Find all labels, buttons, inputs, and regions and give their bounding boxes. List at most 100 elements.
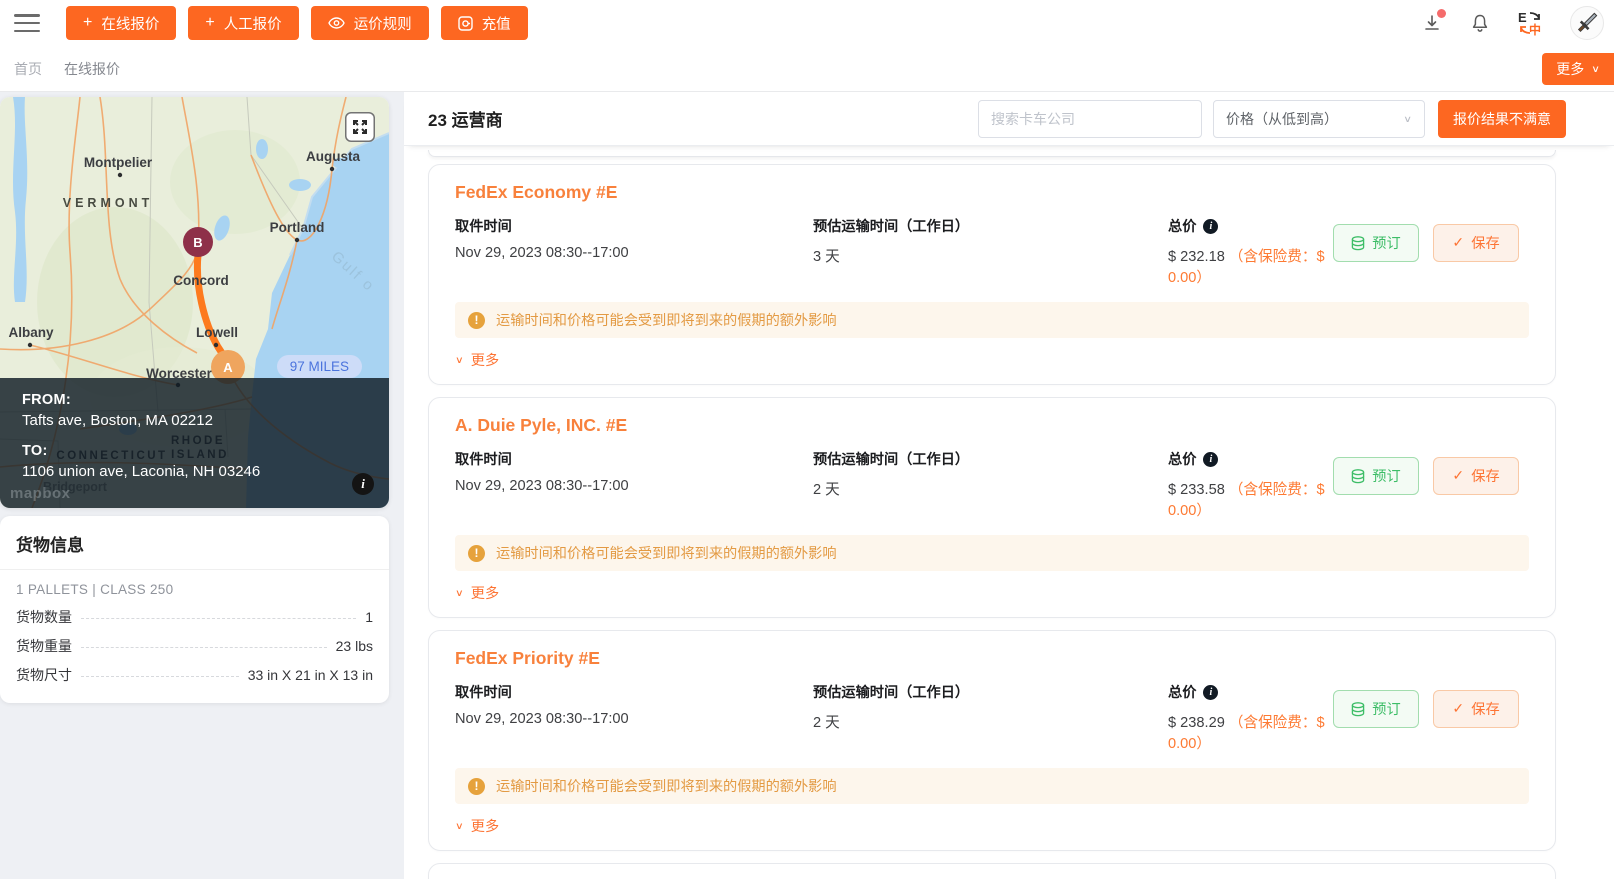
cargo-row-weight: 货物重量 23 lbs bbox=[16, 636, 373, 656]
save-button[interactable]: ✓ 保存 bbox=[1433, 690, 1519, 728]
bell-icon[interactable] bbox=[1468, 11, 1492, 35]
navbar-right-icons: E 中 bbox=[1420, 0, 1604, 46]
map-label: Portland bbox=[270, 220, 325, 235]
warning-icon: ! bbox=[468, 312, 485, 329]
search-input[interactable] bbox=[978, 100, 1202, 138]
hamburger-menu-icon[interactable] bbox=[14, 14, 40, 32]
price-info-icon[interactable]: i bbox=[1203, 219, 1218, 234]
top-navbar: + 在线报价 + 人工报价 运价规则 充值 E 中 bbox=[0, 0, 1614, 46]
chevron-down-icon: ∨ bbox=[455, 354, 464, 365]
pickup-label: 取件时间 bbox=[455, 449, 813, 469]
map-label: Albany bbox=[8, 325, 54, 340]
user-avatar[interactable] bbox=[1570, 6, 1604, 40]
notification-dot bbox=[1437, 9, 1446, 18]
database-icon bbox=[1351, 702, 1365, 717]
map-label: VERMONT bbox=[63, 196, 154, 210]
check-icon: ✓ bbox=[1452, 468, 1464, 484]
save-button[interactable]: ✓ 保存 bbox=[1433, 457, 1519, 495]
recharge-button[interactable]: 充值 bbox=[441, 6, 528, 40]
transit-value: 2 天 bbox=[813, 478, 1168, 499]
holiday-warning: ! 运输时间和价格可能会受到即将到来的假期的额外影响 bbox=[455, 768, 1529, 804]
price-value: $ 238.29 bbox=[1168, 715, 1225, 731]
price-info-icon[interactable]: i bbox=[1203, 685, 1218, 700]
cargo-summary: 1 PALLETS | CLASS 250 bbox=[16, 582, 373, 597]
expand-more-link[interactable]: ∨ 更多 bbox=[455, 816, 499, 836]
left-panel: Montpelier VERMONT Augusta Portland Conc… bbox=[0, 97, 389, 703]
scrolled-card-edge bbox=[428, 150, 1556, 157]
online-quote-button[interactable]: + 在线报价 bbox=[66, 6, 176, 40]
price-info-icon[interactable]: i bbox=[1203, 452, 1218, 467]
pickup-value: Nov 29, 2023 08:30--17:00 bbox=[455, 711, 813, 727]
download-icon[interactable] bbox=[1420, 11, 1444, 35]
price-value: $ 233.58 bbox=[1168, 482, 1225, 498]
book-button[interactable]: 预订 bbox=[1333, 457, 1419, 495]
svg-text:B: B bbox=[193, 235, 202, 250]
carrier-card: A. Duie Pyle, INC. #E 取件时间 Nov 29, 2023 … bbox=[428, 863, 1556, 879]
pickup-label: 取件时间 bbox=[455, 682, 813, 702]
sort-select[interactable]: 价格（从低到高） ∨ bbox=[1213, 100, 1425, 138]
breadcrumb-home[interactable]: 首页 bbox=[14, 59, 42, 79]
pickup-value: Nov 29, 2023 08:30--17:00 bbox=[455, 478, 813, 494]
breadcrumb: 首页 在线报价 更多 ∨ bbox=[0, 46, 1614, 92]
quote-dissatisfied-button[interactable]: 报价结果不满意 bbox=[1438, 100, 1566, 138]
map-attribution-info-icon[interactable]: i bbox=[352, 473, 374, 495]
carrier-name[interactable]: A. Duie Pyle, INC. #E bbox=[455, 415, 1529, 436]
database-icon bbox=[1351, 236, 1365, 251]
sword-icon bbox=[1574, 10, 1600, 36]
save-button[interactable]: ✓ 保存 bbox=[1433, 224, 1519, 262]
eye-icon bbox=[328, 17, 345, 29]
mapbox-logo: mapbox bbox=[10, 485, 71, 502]
cargo-row-quantity: 货物数量 1 bbox=[16, 607, 373, 627]
warning-icon: ! bbox=[468, 545, 485, 562]
manual-quote-button[interactable]: + 人工报价 bbox=[188, 6, 298, 40]
carrier-list[interactable]: FedEx Economy #E 取件时间 Nov 29, 2023 08:30… bbox=[404, 146, 1614, 879]
cargo-info-panel: 货物信息 1 PALLETS | CLASS 250 货物数量 1 货物重量 2… bbox=[0, 516, 389, 703]
total-label: 总价 bbox=[1168, 449, 1196, 469]
expand-more-link[interactable]: ∨ 更多 bbox=[455, 350, 499, 370]
map-fullscreen-icon[interactable] bbox=[345, 112, 375, 142]
from-label: FROM: bbox=[22, 392, 367, 408]
map-label: Montpelier bbox=[84, 155, 153, 170]
map-label: Lowell bbox=[196, 325, 238, 340]
to-address: 1106 union ave, Laconia, NH 03246 bbox=[22, 463, 367, 480]
svg-text:中: 中 bbox=[1529, 22, 1541, 36]
carrier-name[interactable]: FedEx Economy #E bbox=[455, 182, 1529, 203]
from-address: Tafts ave, Boston, MA 02212 bbox=[22, 412, 367, 429]
breadcrumb-current: 在线报价 bbox=[64, 59, 120, 79]
pickup-label: 取件时间 bbox=[455, 216, 813, 236]
rate-rules-button[interactable]: 运价规则 bbox=[311, 6, 429, 40]
chevron-down-icon: ∨ bbox=[1403, 113, 1412, 124]
cargo-row-dimensions: 货物尺寸 33 in X 21 in X 13 in bbox=[16, 665, 373, 685]
quotes-panel: 23 运营商 价格（从低到高） ∨ 报价结果不满意 FedEx Economy … bbox=[404, 92, 1614, 879]
chevron-down-icon: ∨ bbox=[1591, 63, 1600, 74]
transit-label: 预估运输时间（工作日） bbox=[813, 216, 1168, 236]
transit-value: 3 天 bbox=[813, 245, 1168, 266]
book-button[interactable]: 预订 bbox=[1333, 690, 1419, 728]
database-icon bbox=[1351, 469, 1365, 484]
map-label: Concord bbox=[173, 273, 229, 288]
route-map[interactable]: Montpelier VERMONT Augusta Portland Conc… bbox=[0, 97, 389, 508]
price-value: $ 232.18 bbox=[1168, 249, 1225, 265]
quotes-header: 23 运营商 价格（从低到高） ∨ 报价结果不满意 bbox=[404, 92, 1614, 146]
warning-icon: ! bbox=[468, 778, 485, 795]
carrier-name[interactable]: FedEx Priority #E bbox=[455, 648, 1529, 669]
total-label: 总价 bbox=[1168, 682, 1196, 702]
translate-icon[interactable]: E 中 bbox=[1516, 11, 1546, 35]
cargo-title: 货物信息 bbox=[0, 516, 389, 570]
expand-more-link[interactable]: ∨ 更多 bbox=[455, 583, 499, 603]
carrier-card: A. Duie Pyle, INC. #E 取件时间 Nov 29, 2023 … bbox=[428, 397, 1556, 618]
recharge-icon bbox=[458, 16, 473, 31]
carrier-card: FedEx Economy #E 取件时间 Nov 29, 2023 08:30… bbox=[428, 164, 1556, 385]
to-label: TO: bbox=[22, 443, 367, 459]
plus-icon: + bbox=[205, 15, 214, 31]
check-icon: ✓ bbox=[1452, 701, 1464, 717]
carrier-count-title: 23 运营商 bbox=[428, 106, 503, 131]
book-button[interactable]: 预订 bbox=[1333, 224, 1419, 262]
total-label: 总价 bbox=[1168, 216, 1196, 236]
transit-label: 预估运输时间（工作日） bbox=[813, 682, 1168, 702]
svg-text:A: A bbox=[223, 360, 233, 375]
distance-badge: 97 MILES bbox=[277, 355, 362, 378]
more-button[interactable]: 更多 ∨ bbox=[1542, 53, 1614, 85]
svg-text:E: E bbox=[1518, 10, 1527, 25]
check-icon: ✓ bbox=[1452, 235, 1464, 251]
